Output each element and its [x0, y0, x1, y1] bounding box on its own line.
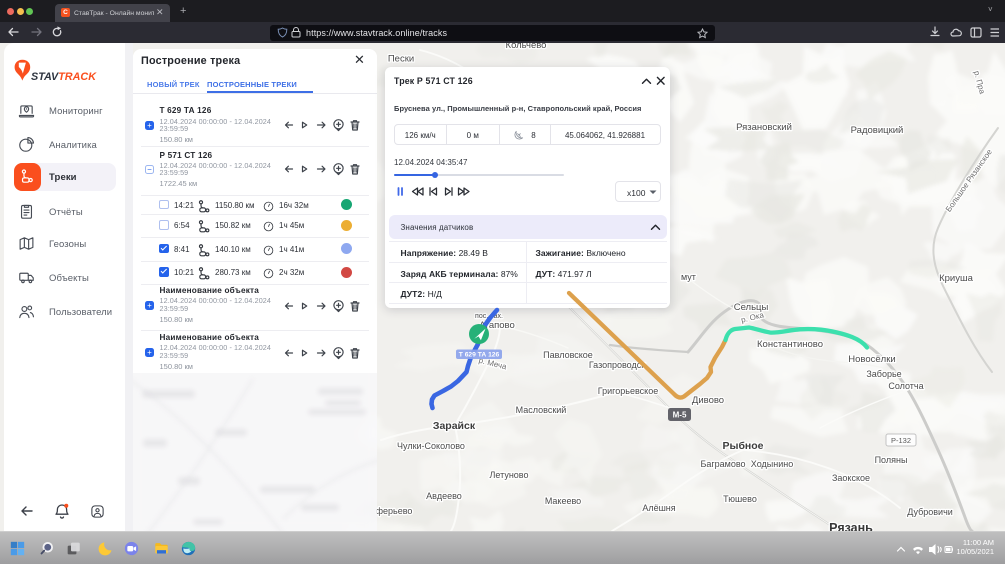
svg-text:Т 629 ТА 126: Т 629 ТА 126 — [459, 352, 500, 359]
